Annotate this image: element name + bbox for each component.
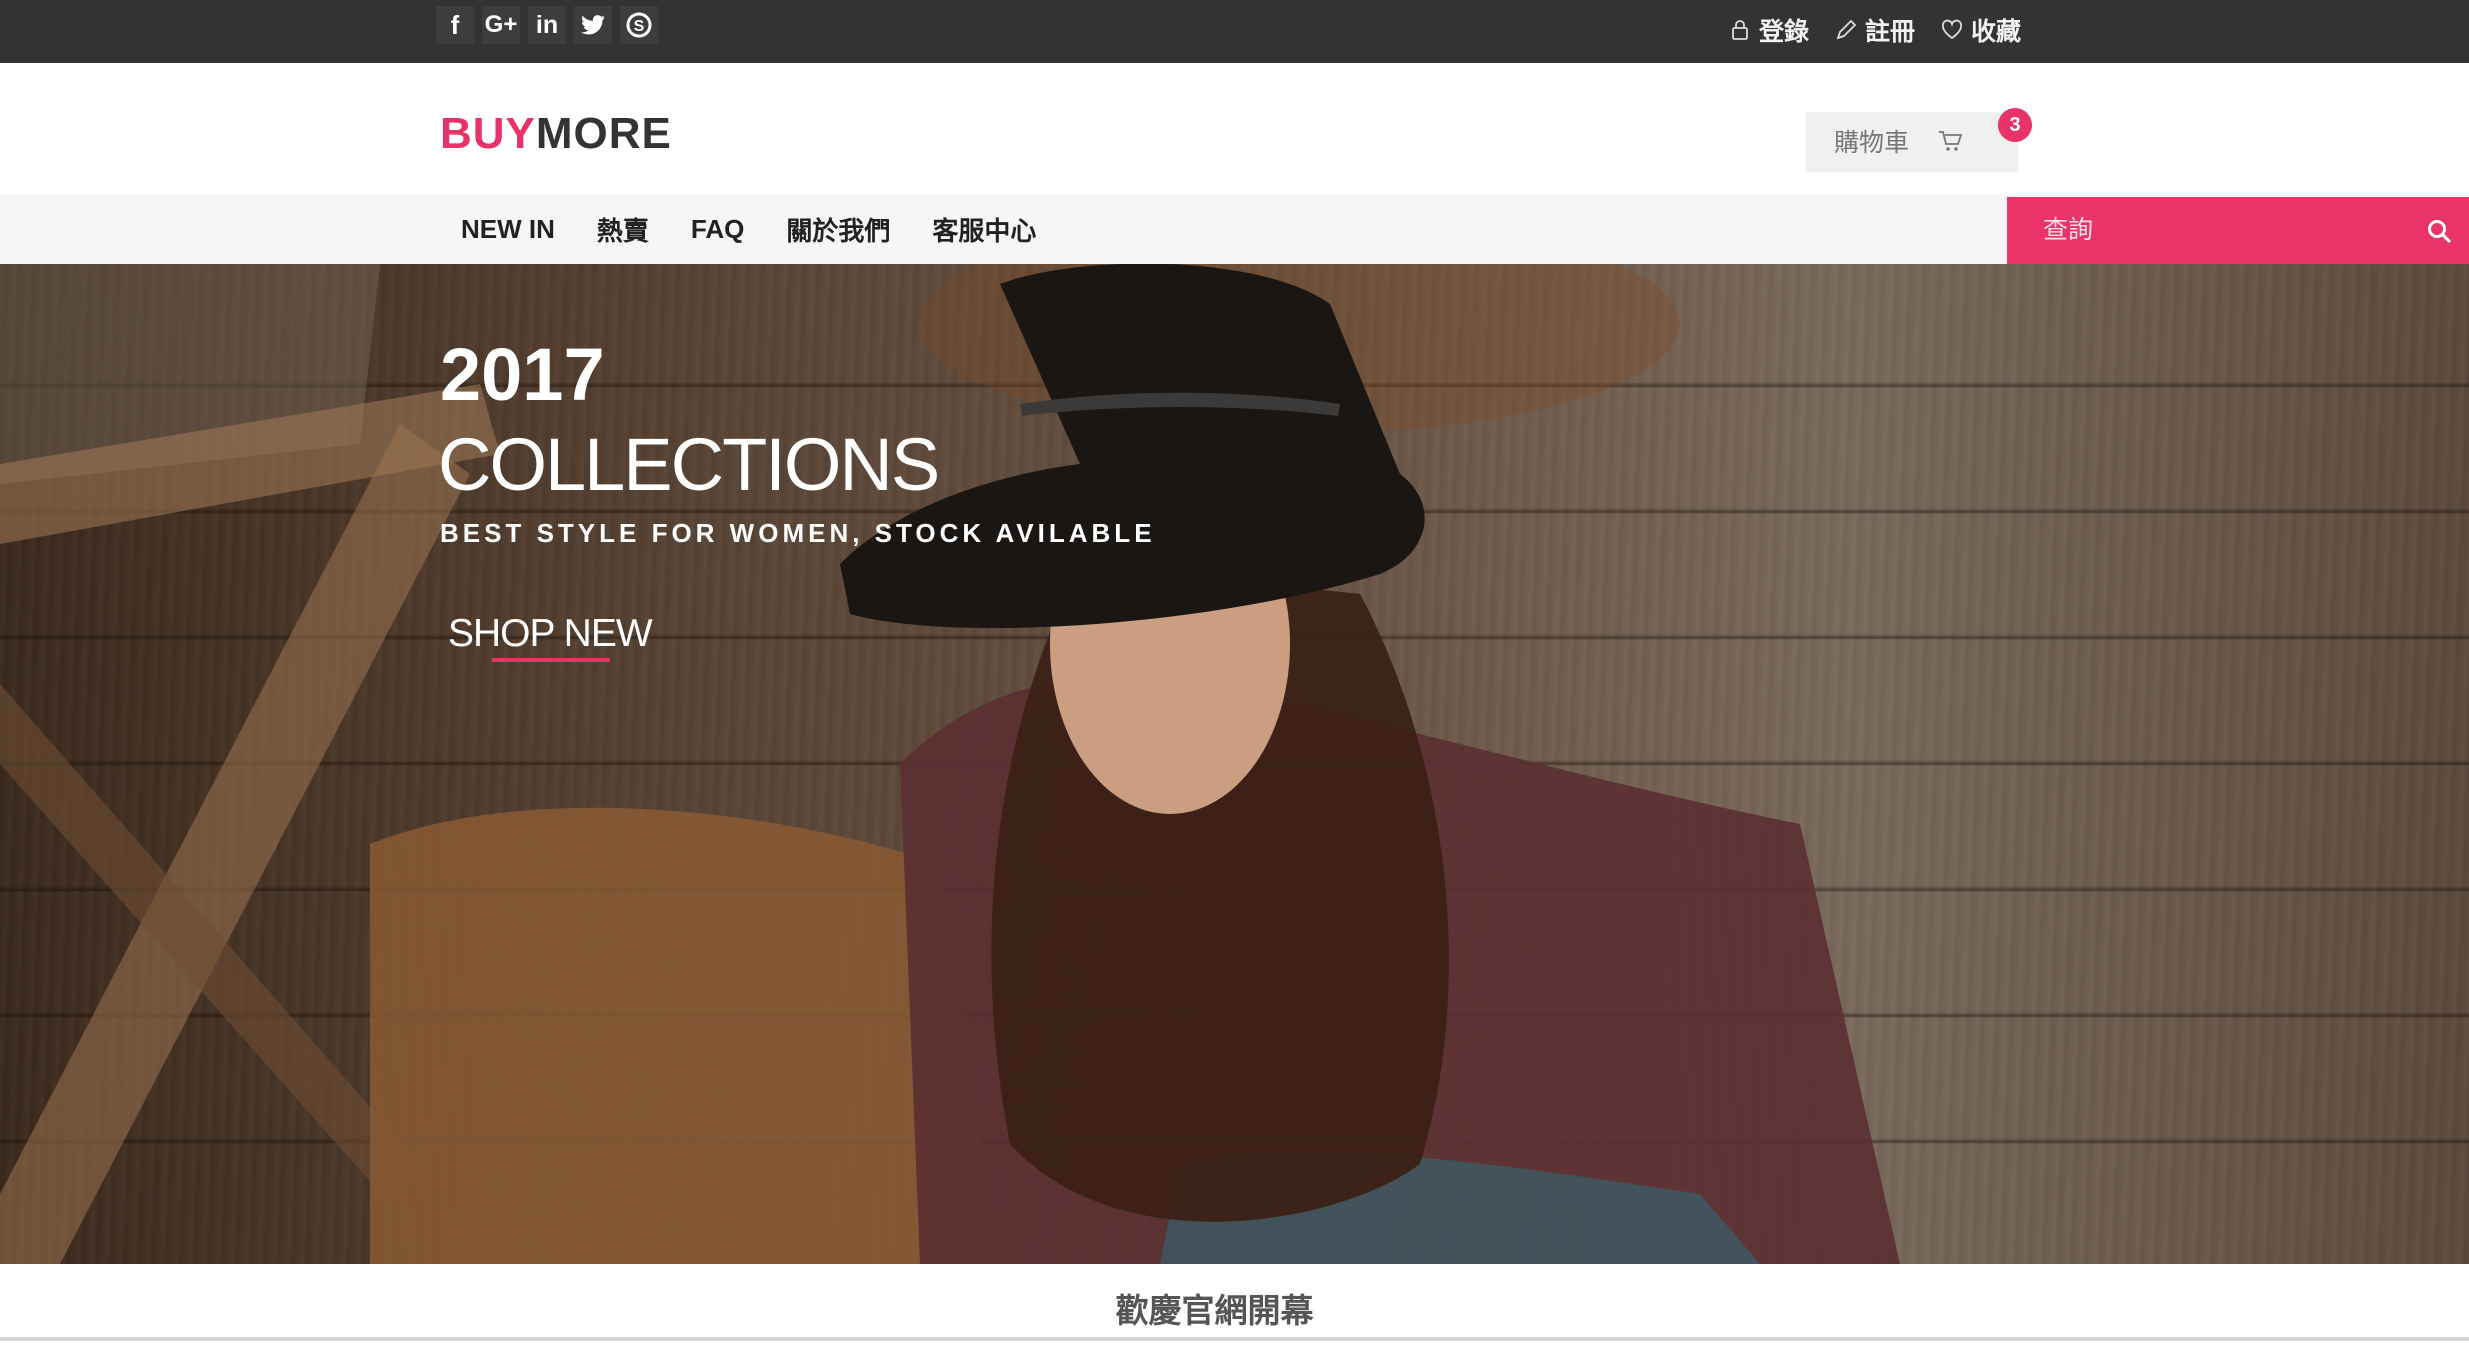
site-logo[interactable]: BUYMORE bbox=[440, 109, 672, 159]
linkedin-icon[interactable]: in bbox=[528, 6, 566, 44]
pencil-icon bbox=[1836, 19, 1857, 40]
nav-item-hot-sale[interactable]: 熱賣 bbox=[597, 211, 649, 248]
top-bar: f G+ in S 登錄 註冊 收藏 bbox=[0, 0, 2469, 63]
main-nav: NEW IN 熱賣 FAQ 關於我們 客服中心 bbox=[461, 194, 1036, 264]
twitter-bird-glyph bbox=[581, 15, 605, 35]
nav-item-new-in[interactable]: NEW IN bbox=[461, 214, 555, 245]
shopping-cart-icon bbox=[1937, 128, 1963, 154]
twitter-icon[interactable] bbox=[574, 6, 612, 44]
welcome-title: 歡慶官網開幕 bbox=[1115, 1292, 1314, 1329]
hero-year: 2017 bbox=[440, 333, 605, 416]
facebook-icon[interactable]: f bbox=[436, 6, 474, 44]
register-link[interactable]: 註冊 bbox=[1835, 12, 1915, 48]
cart-count-badge: 3 bbox=[1998, 108, 2032, 142]
hero-banner: 2017 COLLECTIONS BEST STYLE FOR WOMEN, S… bbox=[0, 264, 2469, 1264]
search-icon[interactable] bbox=[2409, 218, 2469, 244]
nav-item-faq[interactable]: FAQ bbox=[691, 214, 744, 245]
cart-label: 購物車 bbox=[1834, 129, 1910, 157]
page-scrollbar-track bbox=[0, 1337, 2469, 1341]
login-link[interactable]: 登錄 bbox=[1729, 12, 1809, 48]
search-input[interactable] bbox=[2007, 196, 2409, 265]
main-nav-bar: NEW IN 熱賣 FAQ 關於我們 客服中心 bbox=[0, 194, 2469, 265]
welcome-section: 歡慶官網開幕 bbox=[0, 1264, 2469, 1345]
hero-image bbox=[0, 264, 1900, 1264]
login-label: 登錄 bbox=[1758, 18, 1809, 46]
nav-item-customer-service[interactable]: 客服中心 bbox=[932, 211, 1036, 248]
logo-buy: BUY bbox=[440, 109, 536, 158]
skype-icon[interactable]: S bbox=[620, 6, 658, 44]
logo-more: MORE bbox=[535, 109, 672, 158]
favorites-label: 收藏 bbox=[1970, 18, 2021, 46]
social-links: f G+ in S bbox=[436, 6, 658, 44]
site-header: BUYMORE 購物車 3 bbox=[0, 63, 2469, 194]
nav-item-about-us[interactable]: 關於我們 bbox=[786, 211, 890, 248]
shop-new-underline bbox=[492, 658, 610, 662]
lock-icon bbox=[1732, 20, 1748, 40]
svg-text:S: S bbox=[634, 18, 645, 35]
register-label: 註冊 bbox=[1864, 18, 1915, 46]
heart-icon bbox=[1941, 19, 1963, 40]
account-links: 登錄 註冊 收藏 bbox=[1729, 12, 2021, 48]
skype-glyph: S bbox=[626, 12, 652, 38]
hero-collections-title: COLLECTIONS bbox=[438, 423, 940, 506]
hero-tagline: BEST STYLE FOR WOMEN, STOCK AVILABLE bbox=[440, 518, 1156, 548]
search-bar bbox=[2007, 196, 2469, 265]
favorites-link[interactable]: 收藏 bbox=[1941, 12, 2021, 48]
shop-new-link[interactable]: SHOP NEW bbox=[448, 612, 653, 656]
google-plus-icon[interactable]: G+ bbox=[482, 6, 520, 44]
cart-button[interactable]: 購物車 3 bbox=[1806, 108, 2032, 170]
